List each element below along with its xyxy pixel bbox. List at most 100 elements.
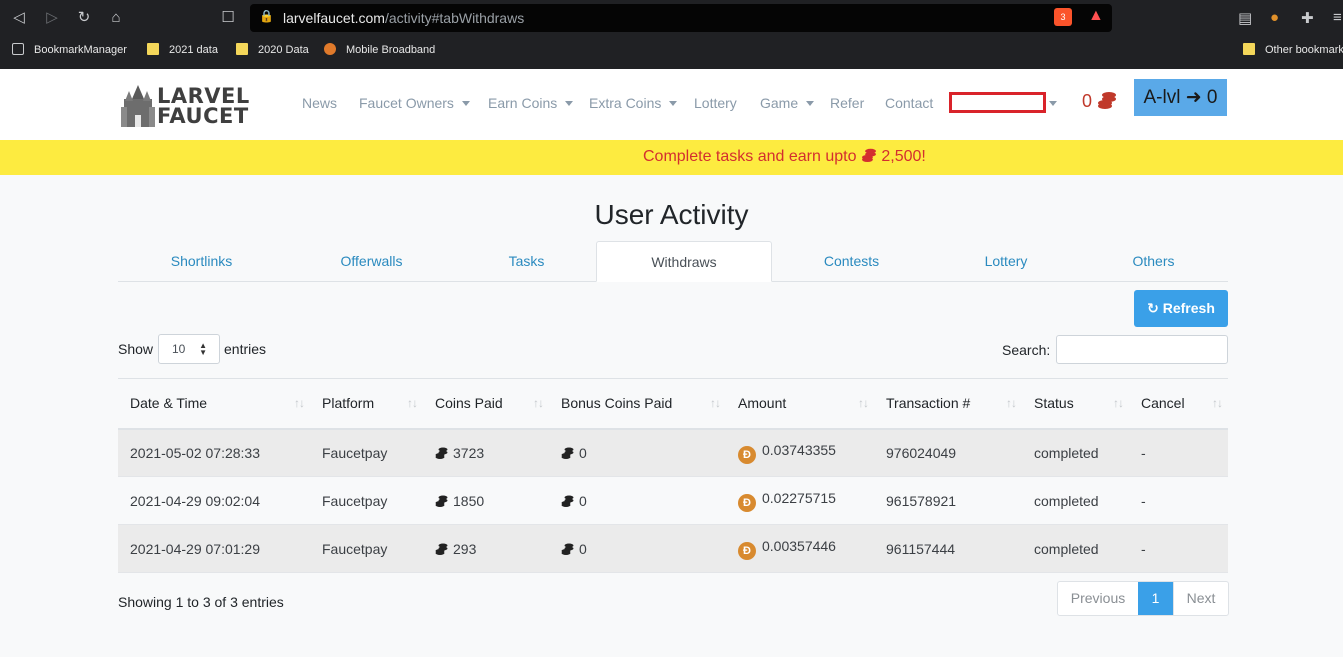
- nav-extra-coins[interactable]: Extra Coins: [589, 95, 678, 111]
- cell-cancel: -: [1129, 524, 1228, 573]
- search-input[interactable]: [1056, 335, 1228, 364]
- nav-game[interactable]: Game: [760, 95, 815, 111]
- nav-lottery[interactable]: Lottery: [694, 95, 737, 111]
- coin-stack-icon: [561, 447, 574, 459]
- select-arrows-icon: ▲ ▼: [199, 341, 207, 357]
- column-header[interactable]: Date & Time ↑↓: [118, 378, 310, 430]
- table-row: 2021-04-29 07:01:29 Faucetpay 293 0 Ð 0.00357…: [118, 524, 1228, 573]
- cell-status: completed: [1022, 524, 1129, 573]
- page-1-button[interactable]: 1: [1138, 582, 1173, 615]
- cell-bonus-coins: 0: [549, 476, 726, 525]
- search-label: Search:: [1002, 342, 1051, 358]
- promo-amount: 2,500!: [881, 148, 926, 165]
- sort-icon: ↑↓: [710, 396, 721, 410]
- coin-stack-icon: [435, 447, 448, 459]
- cell-platform: Faucetpay: [310, 476, 423, 525]
- cell-platform: Faucetpay: [310, 428, 423, 477]
- entries-label: entries: [224, 341, 267, 357]
- entries-select[interactable]: 10 ▲ ▼: [158, 334, 220, 364]
- address-bar[interactable]: 🔒 larvelfaucet.com/activity#tabWithdraws: [250, 4, 1112, 32]
- nav-news[interactable]: News: [302, 95, 337, 111]
- extensions-icon[interactable]: ✚: [1301, 9, 1314, 27]
- column-header[interactable]: Amount ↑↓: [726, 378, 874, 430]
- sort-icon: ↑↓: [407, 396, 418, 410]
- bookmark-item[interactable]: 2021 data: [147, 43, 218, 56]
- chevron-down-icon[interactable]: [1049, 101, 1057, 106]
- column-header[interactable]: Status ↑↓: [1022, 378, 1129, 430]
- promo-text[interactable]: Complete tasks and earn upto 2,500!: [643, 148, 926, 166]
- reader-mode-icon[interactable]: ▤: [1238, 9, 1252, 27]
- tab-withdraws[interactable]: Withdraws: [596, 241, 772, 282]
- column-header[interactable]: Transaction # ↑↓: [874, 378, 1022, 430]
- next-button[interactable]: Next: [1173, 582, 1228, 615]
- folder-icon: [1243, 43, 1255, 55]
- coins-balance[interactable]: 0: [1082, 91, 1117, 112]
- forward-icon[interactable]: ▷: [42, 8, 62, 28]
- tab-offerwalls[interactable]: Offerwalls: [308, 241, 435, 282]
- tab-shortlinks[interactable]: Shortlinks: [138, 241, 265, 282]
- level-label: A-lvl: [1143, 87, 1181, 108]
- column-header[interactable]: Bonus Coins Paid ↑↓: [549, 378, 726, 430]
- tab-lottery[interactable]: Lottery: [956, 241, 1056, 282]
- entries-value: 10: [172, 342, 186, 356]
- bookmark-label: 2020 Data: [258, 44, 309, 56]
- tab-others[interactable]: Others: [1108, 241, 1199, 282]
- brave-badge: 3: [1060, 12, 1066, 22]
- profile-icon[interactable]: ●: [1270, 9, 1279, 26]
- column-header[interactable]: Platform ↑↓: [310, 378, 423, 430]
- nav-label: Game: [760, 95, 799, 111]
- nav-contact[interactable]: Contact: [885, 95, 933, 111]
- bookmark-label: BookmarkManager: [34, 44, 127, 56]
- nav-faucet-owners[interactable]: Faucet Owners: [359, 95, 470, 111]
- previous-button[interactable]: Previous: [1058, 582, 1138, 615]
- column-label: Transaction #: [886, 395, 971, 412]
- show-label: Show: [118, 341, 154, 357]
- refresh-button[interactable]: ↻ Refresh: [1134, 290, 1228, 327]
- home-icon[interactable]: ⌂: [106, 8, 126, 28]
- coins-value: 293: [453, 540, 477, 557]
- back-icon[interactable]: ◁: [9, 8, 29, 28]
- column-label: Bonus Coins Paid: [561, 395, 673, 412]
- cell-cancel: -: [1129, 428, 1228, 477]
- url-host: larvelfaucet.com: [283, 10, 385, 26]
- url-text[interactable]: larvelfaucet.com/activity#tabWithdraws: [283, 10, 524, 26]
- site-header: LARVEL FAUCET News Faucet Owners Earn Co…: [0, 69, 1343, 140]
- site-logo[interactable]: LARVEL FAUCET: [121, 85, 249, 127]
- logo-text: LARVEL FAUCET: [157, 86, 250, 127]
- level-button[interactable]: A-lvl ➜ 0: [1134, 79, 1227, 116]
- coins-value: 1850: [453, 492, 485, 509]
- reload-icon[interactable]: ↻: [74, 8, 94, 28]
- tab-tasks[interactable]: Tasks: [478, 241, 575, 282]
- bookmark-item[interactable]: BookmarkManager: [12, 43, 127, 56]
- cell-status: completed: [1022, 428, 1129, 477]
- column-label: Status: [1034, 395, 1074, 412]
- sort-icon: ↑↓: [858, 396, 869, 410]
- user-dropdown[interactable]: [949, 92, 1046, 113]
- bookmark-item[interactable]: Mobile Broadband: [324, 43, 435, 56]
- cell-amount: Ð 0.02275715: [726, 476, 874, 525]
- column-header[interactable]: Coins Paid ↑↓: [423, 378, 549, 430]
- column-label: Platform: [322, 395, 375, 412]
- coin-stack-icon: [561, 495, 574, 507]
- menu-icon[interactable]: ≡: [1333, 9, 1342, 26]
- amount-value: 0.02275715: [762, 489, 836, 506]
- bookmark-item[interactable]: 2020 Data: [236, 43, 309, 56]
- page-title: User Activity: [594, 199, 749, 230]
- bookmark-page-icon[interactable]: ☐: [218, 8, 238, 28]
- nav-earn-coins[interactable]: Earn Coins: [488, 95, 574, 111]
- nav-label: Earn Coins: [488, 95, 558, 111]
- column-header[interactable]: Cancel ↑↓: [1129, 378, 1228, 430]
- cell-transaction: 976024049: [874, 428, 1022, 477]
- cell-amount: Ð 0.00357446: [726, 524, 874, 573]
- nav-refer[interactable]: Refer: [830, 95, 864, 111]
- activity-tabs: Shortlinks Offerwalls Tasks Withdraws Co…: [118, 241, 1228, 282]
- level-value: 0: [1206, 87, 1218, 108]
- withdraws-table: Date & Time ↑↓ Platform ↑↓ Coins Paid ↑↓ Bo…: [118, 378, 1228, 573]
- arrow-right-icon: ➜: [1185, 87, 1202, 108]
- other-bookmarks[interactable]: Other bookmarks: [1243, 43, 1343, 56]
- brave-shield-icon[interactable]: 3: [1054, 8, 1072, 26]
- coin-stack-icon: [861, 148, 876, 162]
- tab-contests[interactable]: Contests: [793, 241, 910, 282]
- brave-rewards-icon[interactable]: ▲: [1088, 8, 1106, 24]
- bookmark-label: Other bookmarks: [1265, 44, 1343, 56]
